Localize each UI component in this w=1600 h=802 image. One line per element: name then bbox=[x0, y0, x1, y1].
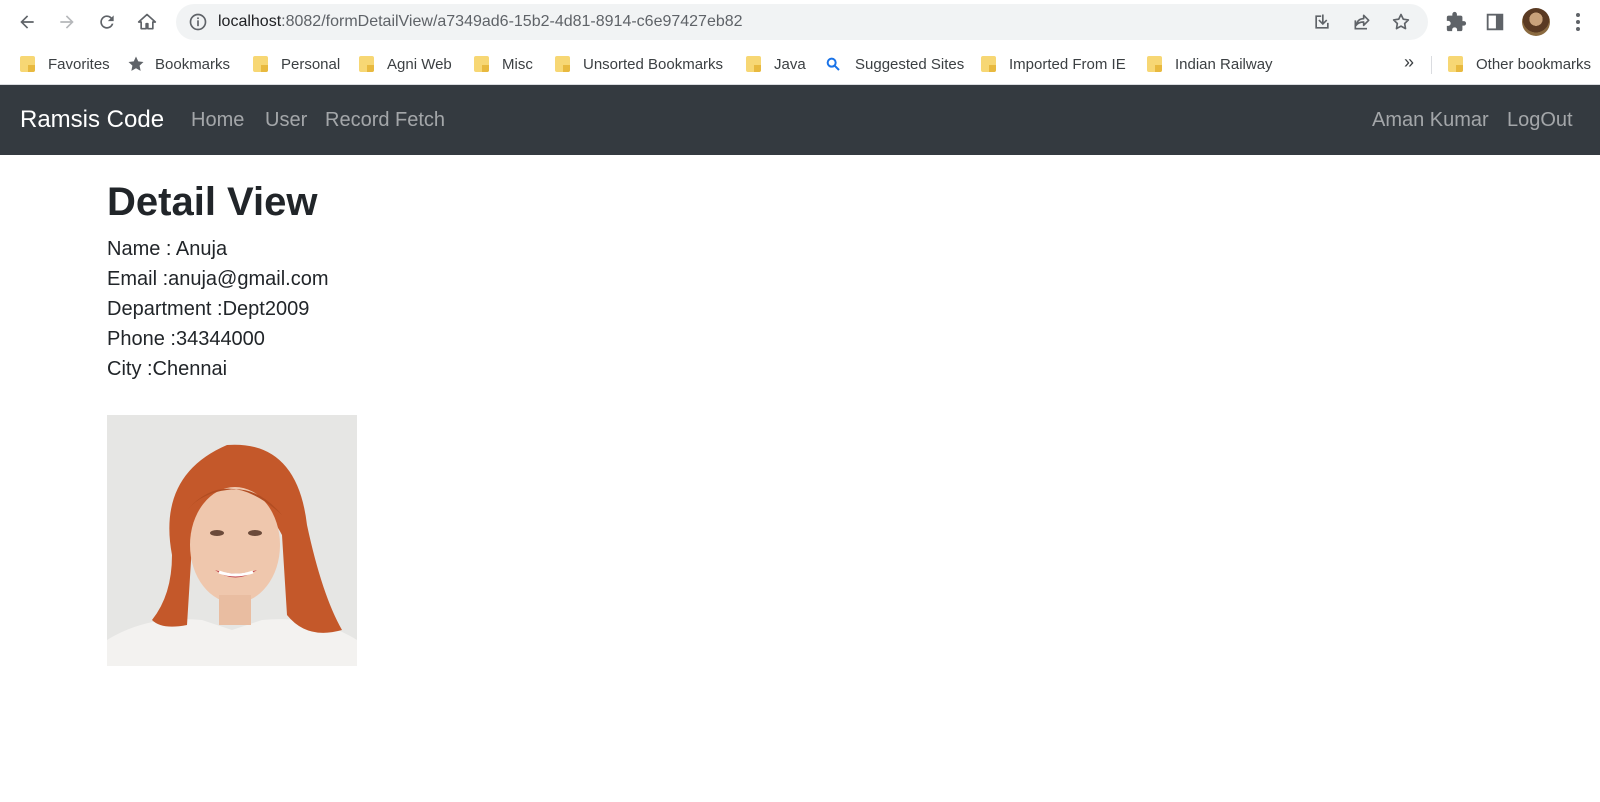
bookmark-java[interactable]: Java bbox=[746, 53, 806, 75]
detail-phone: Phone :34344000 bbox=[107, 328, 265, 350]
address-bar[interactable]: localhost:8082/formDetailView/a7349ad6-1… bbox=[176, 4, 1428, 40]
browser-toolbar: localhost:8082/formDetailView/a7349ad6-1… bbox=[0, 0, 1600, 44]
folder-icon bbox=[746, 55, 762, 73]
url-text[interactable]: localhost:8082/formDetailView/a7349ad6-1… bbox=[218, 13, 743, 31]
bookmark-imported-from-ie[interactable]: Imported From IE bbox=[981, 53, 1126, 75]
info-icon[interactable] bbox=[188, 12, 208, 32]
detail-view-container: Detail View Name : Anuja Email :anuja@gm… bbox=[107, 176, 329, 384]
profile-photo bbox=[107, 415, 357, 666]
folder-icon bbox=[253, 55, 269, 73]
bookmarks-separator bbox=[1431, 56, 1432, 74]
home-button[interactable] bbox=[133, 8, 161, 36]
nav-link-user[interactable]: User bbox=[265, 109, 307, 132]
detail-name: Name : Anuja bbox=[107, 238, 228, 260]
bookmark-suggested-sites[interactable]: Suggested Sites bbox=[825, 53, 964, 75]
share-icon[interactable] bbox=[1352, 12, 1372, 32]
bookmark-favorites[interactable]: Favorites bbox=[20, 53, 110, 75]
folder-icon bbox=[474, 55, 490, 73]
detail-department: Department :Dept2009 bbox=[107, 298, 310, 320]
bookmarks-bar: Favorites Bookmarks Personal Agni Web Mi… bbox=[0, 44, 1600, 85]
bookmark-other-bookmarks[interactable]: Other bookmarks bbox=[1448, 53, 1591, 75]
side-panel-icon[interactable] bbox=[1484, 11, 1506, 33]
extensions-puzzle-icon[interactable] bbox=[1445, 11, 1467, 33]
bookmark-bookmarks[interactable]: Bookmarks bbox=[127, 53, 230, 75]
home-icon bbox=[137, 13, 157, 30]
nav-link-logout[interactable]: LogOut bbox=[1507, 109, 1573, 132]
bookmark-misc[interactable]: Misc bbox=[474, 53, 533, 75]
nav-link-home[interactable]: Home bbox=[191, 109, 244, 132]
folder-icon bbox=[981, 55, 997, 73]
profile-avatar[interactable] bbox=[1522, 8, 1550, 36]
back-button[interactable] bbox=[13, 8, 41, 36]
nav-link-user-name[interactable]: Aman Kumar bbox=[1372, 109, 1489, 132]
star-icon bbox=[128, 56, 144, 71]
back-arrow-icon bbox=[20, 15, 34, 29]
nav-link-record-fetch[interactable]: Record Fetch bbox=[325, 109, 445, 132]
bookmark-indian-railway[interactable]: Indian Railway bbox=[1147, 53, 1273, 75]
page-title: Detail View bbox=[107, 180, 318, 224]
folder-icon bbox=[359, 55, 375, 73]
forward-arrow-icon bbox=[60, 15, 74, 29]
reload-icon bbox=[100, 15, 114, 29]
app-navbar: Ramsis Code Home User Record Fetch Aman … bbox=[0, 85, 1600, 155]
folder-icon bbox=[1147, 55, 1163, 73]
folder-icon bbox=[555, 55, 571, 73]
more-menu-icon[interactable] bbox=[1568, 10, 1588, 34]
detail-city: City :Chennai bbox=[107, 358, 228, 380]
bookmark-star-icon[interactable] bbox=[1391, 12, 1411, 32]
detail-email: Email :anuja@gmail.com bbox=[107, 268, 329, 290]
navbar-brand[interactable]: Ramsis Code bbox=[20, 106, 164, 134]
install-icon[interactable] bbox=[1312, 12, 1332, 32]
person-portrait-image bbox=[107, 415, 357, 666]
bookmark-agni-web[interactable]: Agni Web bbox=[359, 53, 452, 75]
search-icon bbox=[826, 57, 840, 71]
bookmark-unsorted[interactable]: Unsorted Bookmarks bbox=[555, 53, 723, 75]
reload-button[interactable] bbox=[93, 8, 121, 36]
bookmark-personal[interactable]: Personal bbox=[253, 53, 340, 75]
bookmarks-overflow-chevron[interactable]: » bbox=[1404, 52, 1414, 73]
forward-button[interactable] bbox=[53, 8, 81, 36]
folder-icon bbox=[20, 55, 36, 73]
folder-icon bbox=[1448, 55, 1464, 73]
